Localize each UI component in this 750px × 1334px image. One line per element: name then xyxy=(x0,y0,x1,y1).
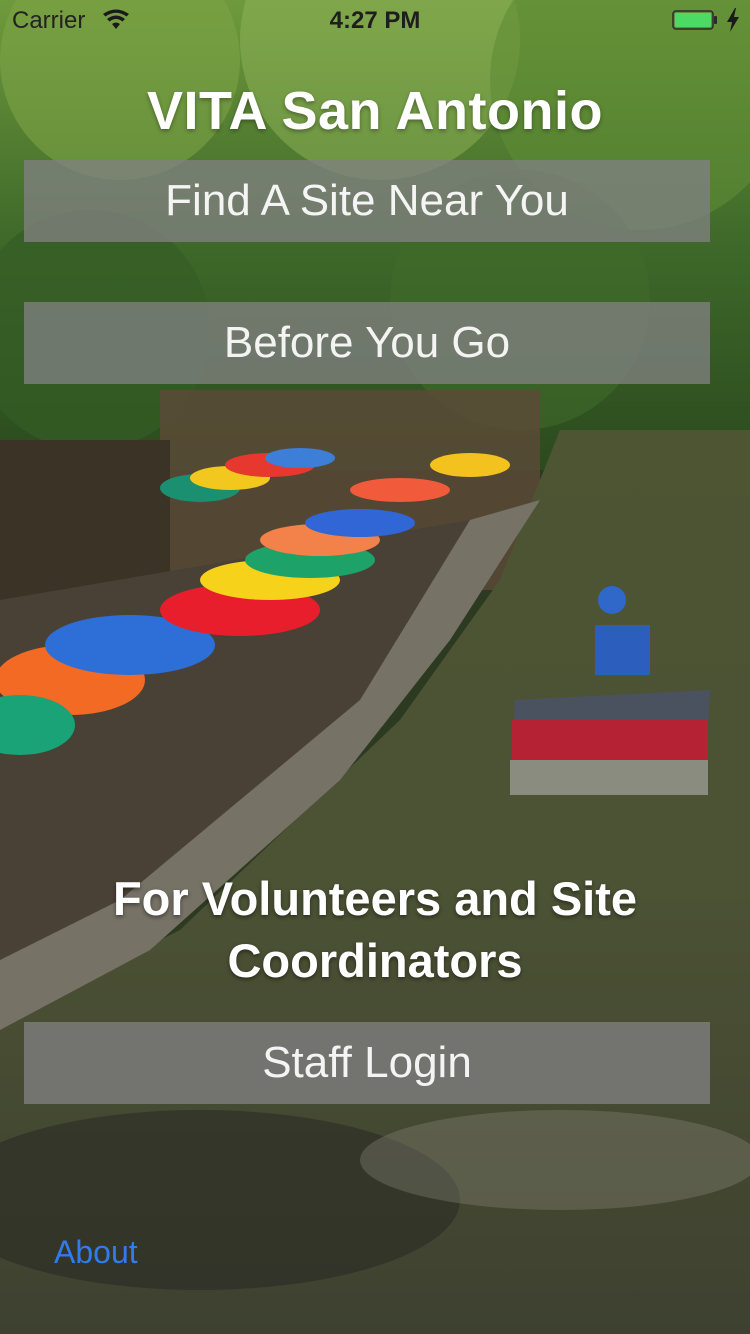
status-bar: Carrier 4:27 PM xyxy=(0,0,750,40)
volunteer-section-heading: For Volunteers and Site Coordinators xyxy=(112,872,638,987)
app-title: VITA San Antonio xyxy=(147,81,603,141)
staff-login-button[interactable]: Staff Login xyxy=(24,1022,710,1104)
charging-bolt-icon xyxy=(727,8,739,32)
app-screen: Carrier 4:27 PM VITA San Antonio Find A … xyxy=(0,0,750,1334)
find-site-button[interactable]: Find A Site Near You xyxy=(24,160,710,242)
before-you-go-button[interactable]: Before You Go xyxy=(24,302,710,384)
status-time: 4:27 PM xyxy=(329,7,421,34)
battery-icon xyxy=(672,10,717,30)
about-link[interactable]: About xyxy=(54,1234,138,1271)
